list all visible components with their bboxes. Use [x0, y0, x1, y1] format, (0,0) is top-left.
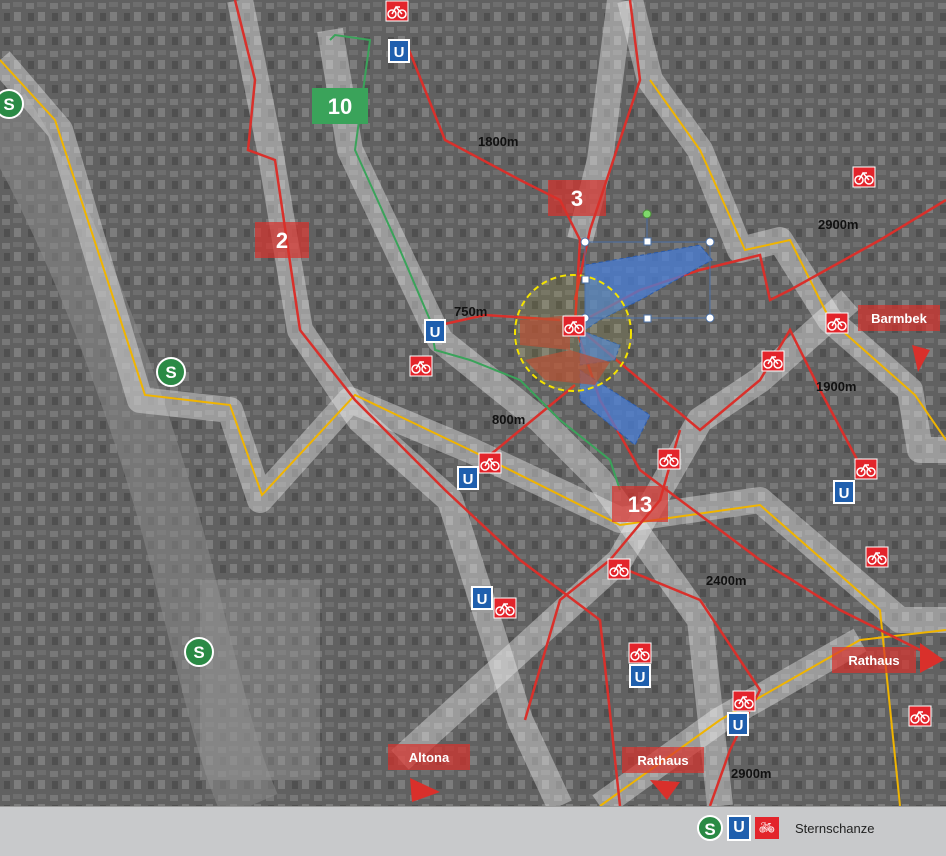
route-13-label: 13 — [628, 492, 652, 517]
route-13-badge: 13 — [612, 486, 668, 522]
bike-icon — [825, 312, 849, 334]
svg-text:U: U — [430, 324, 441, 341]
destination-rathaus-right-label: Rathaus — [848, 653, 899, 668]
destination-altona-label: Altona — [409, 750, 450, 765]
svg-text:S: S — [165, 363, 176, 382]
svg-text:U: U — [394, 44, 405, 61]
u-bahn-icon: U — [388, 39, 410, 63]
s-bahn-icon: S — [0, 89, 24, 119]
city-map: 10 2 3 13 1800m 750m 800m 2900m 1900m 24… — [0, 0, 946, 818]
distance-2900m-bottom: 2900m — [731, 766, 771, 781]
u-bahn-icon: U — [424, 319, 446, 343]
bike-icon — [908, 705, 932, 727]
station-name: Sternschanze — [795, 820, 875, 836]
bike-icon — [761, 350, 785, 372]
bike-icon — [852, 166, 876, 188]
u-bahn-icon: U — [629, 664, 651, 688]
destination-rathaus-bottom-label: Rathaus — [637, 753, 688, 768]
svg-text:U: U — [477, 591, 488, 608]
bike-icon — [657, 448, 681, 470]
bike-icon — [732, 690, 756, 712]
route-10-badge: 10 — [312, 88, 368, 124]
route-2-badge: 2 — [255, 222, 309, 258]
bike-icon — [409, 355, 433, 377]
bike-icon — [607, 558, 631, 580]
s-bahn-icon: S — [156, 357, 186, 387]
svg-text:U: U — [463, 471, 474, 488]
s-bahn-icon: S — [697, 815, 723, 841]
svg-text:U: U — [733, 717, 744, 734]
distance-800m: 800m — [492, 412, 525, 427]
u-bahn-icon: U — [471, 586, 493, 610]
u-bahn-icon: U — [457, 466, 479, 490]
route-3-badge: 3 — [548, 180, 606, 216]
route-10-label: 10 — [328, 94, 352, 119]
bike-icon — [865, 546, 889, 568]
bike-icon — [385, 0, 409, 22]
s-bahn-icon: S — [184, 637, 214, 667]
distance-750m: 750m — [454, 304, 487, 319]
distance-2400m: 2400m — [706, 573, 746, 588]
u-bahn-icon: U — [727, 712, 749, 736]
svg-text:U: U — [839, 485, 850, 502]
distance-1800m: 1800m — [478, 134, 518, 149]
bike-icon — [628, 642, 652, 664]
bike-icon — [493, 597, 517, 619]
legend: S U 🚲︎ Sternschanze — [697, 815, 875, 841]
bike-icon — [478, 452, 502, 474]
svg-text:S: S — [193, 643, 204, 662]
route-3-label: 3 — [571, 186, 583, 211]
distance-2900m-top: 2900m — [818, 217, 858, 232]
distance-1900m: 1900m — [816, 379, 856, 394]
bike-icon — [854, 458, 878, 480]
u-bahn-icon: U — [727, 815, 751, 841]
legend-footer: S U 🚲︎ Sternschanze — [0, 806, 946, 856]
svg-text:S: S — [3, 95, 14, 114]
svg-text:U: U — [635, 669, 646, 686]
bike-icon — [562, 315, 586, 337]
u-bahn-icon: U — [833, 480, 855, 504]
route-2-label: 2 — [276, 228, 288, 253]
destination-barmbek-label: Barmbek — [871, 311, 927, 326]
bike-icon: 🚲︎ — [755, 817, 779, 839]
